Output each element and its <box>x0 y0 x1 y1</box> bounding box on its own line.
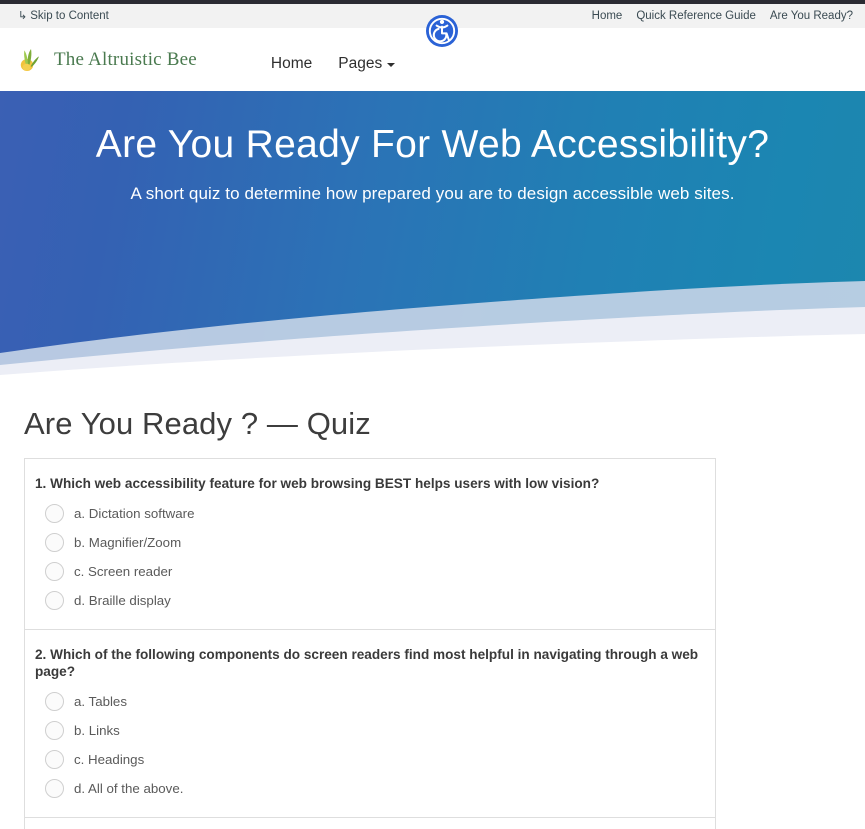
bee-leaf-logo-icon <box>18 47 46 73</box>
chevron-down-icon <box>387 63 396 67</box>
main-navigation: Home Pages <box>271 47 396 73</box>
skip-to-content-label: Skip to Content <box>30 10 109 22</box>
utility-link-are-you-ready[interactable]: Are You Ready? <box>770 10 853 22</box>
question-text: 2. Which of the following components do … <box>35 646 699 680</box>
option-row[interactable]: a. Dictation software <box>35 499 701 528</box>
option-label[interactable]: d. All of the above. <box>74 781 183 796</box>
turn-down-left-arrow-icon: ↲ <box>18 9 28 22</box>
question-block: 3. What makes a website's navigation acc… <box>25 818 715 829</box>
nav-item-home-label: Home <box>270 54 313 72</box>
radio-button-icon[interactable] <box>45 750 64 770</box>
hero-subtitle: A short quiz to determine how prepared y… <box>130 183 735 203</box>
page-title: Are You Ready ? — Quiz <box>24 406 371 441</box>
radio-button-icon[interactable] <box>45 532 64 552</box>
hero-title: Are You Ready For Web Accessibility? <box>95 123 770 166</box>
option-label[interactable]: a. Dictation software <box>74 506 194 521</box>
option-label[interactable]: a. Tables <box>74 694 127 709</box>
main-content: Are You Ready ? — Quiz 1. Which web acce… <box>0 406 865 829</box>
utility-link-quick-reference-guide[interactable]: Quick Reference Guide <box>636 10 756 22</box>
radio-button-icon[interactable] <box>45 692 64 712</box>
option-label[interactable]: c. Headings <box>74 752 144 767</box>
utility-link-home[interactable]: Home <box>592 10 623 22</box>
option-row[interactable]: d. Braille display <box>35 586 701 615</box>
option-label[interactable]: c. Screen reader <box>74 564 172 579</box>
question-block: 2. Which of the following components do … <box>25 630 715 819</box>
option-row[interactable]: c. Screen reader <box>35 557 701 586</box>
hero-banner: Are You Ready For Web Accessibility? A s… <box>0 91 865 376</box>
question-text: 1. Which web accessibility feature for w… <box>35 476 600 491</box>
brand-name: The Altruistic Bee <box>54 48 197 70</box>
radio-button-icon[interactable] <box>45 503 64 523</box>
question-block: 1. Which web accessibility feature for w… <box>25 459 715 630</box>
hero-content: Are You Ready For Web Accessibility? A s… <box>0 91 865 204</box>
nav-item-home[interactable]: Home <box>271 55 312 73</box>
option-row[interactable]: d. All of the above. <box>35 774 701 803</box>
nav-item-pages[interactable]: Pages <box>338 54 396 73</box>
quiz-card: 1. Which web accessibility feature for w… <box>24 458 716 829</box>
option-label[interactable]: d. Braille display <box>74 593 171 608</box>
radio-button-icon[interactable] <box>45 721 64 741</box>
radio-button-icon[interactable] <box>45 590 64 610</box>
nav-item-pages-label: Pages <box>338 54 383 72</box>
option-label[interactable]: b. Magnifier/Zoom <box>74 535 181 550</box>
option-row[interactable]: b. Links <box>35 716 701 745</box>
utility-links: Home Quick Reference Guide Are You Ready… <box>592 10 853 22</box>
skip-to-content-link[interactable]: ↲ Skip to Content <box>18 9 109 23</box>
utility-bar: ↲ Skip to Content Home Quick Reference G… <box>0 4 865 47</box>
brand-logo-link[interactable]: The Altruistic Bee <box>18 47 197 73</box>
accessibility-wheelchair-icon[interactable] <box>425 14 459 48</box>
option-list: a. Tables b. Links c. Headings d. All of… <box>35 687 701 803</box>
option-label[interactable]: b. Links <box>74 723 120 738</box>
radio-button-icon[interactable] <box>45 561 64 581</box>
radio-button-icon[interactable] <box>45 779 64 799</box>
hero-wave-decoration <box>0 281 865 376</box>
option-row[interactable]: c. Headings <box>35 745 701 774</box>
option-row[interactable]: b. Magnifier/Zoom <box>35 528 701 557</box>
option-list: a. Dictation software b. Magnifier/Zoom … <box>35 499 701 615</box>
option-row[interactable]: a. Tables <box>35 687 701 716</box>
